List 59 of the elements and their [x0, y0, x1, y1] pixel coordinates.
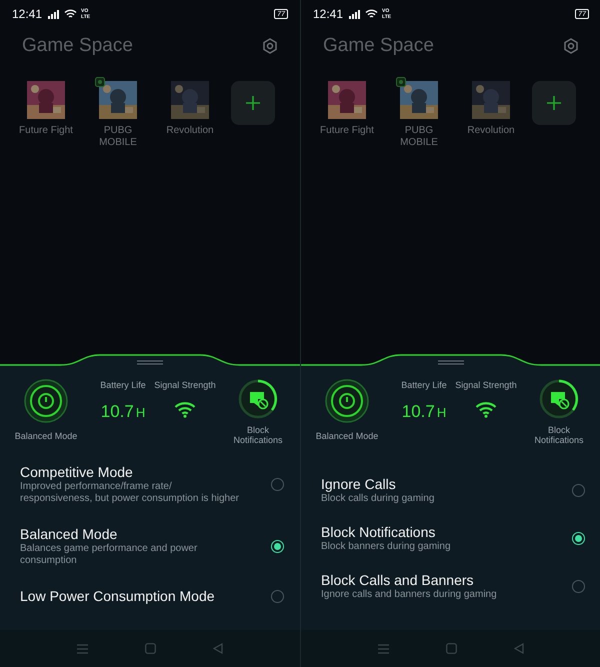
wifi-icon	[475, 400, 497, 418]
battery-life-value: 10.7	[402, 400, 435, 422]
wifi-icon	[174, 400, 196, 418]
back-icon[interactable]	[213, 643, 224, 654]
option-title: Low Power Consumption Mode	[20, 587, 216, 605]
radio-button[interactable]	[572, 580, 585, 592]
notification-block-icon[interactable]	[539, 379, 579, 419]
page-title: Game Space	[323, 34, 434, 58]
back-icon[interactable]	[514, 643, 524, 654]
drag-handle-icon[interactable]	[438, 360, 464, 365]
home-icon[interactable]	[144, 643, 156, 654]
status-time: 12:41	[12, 6, 42, 23]
battery-life-value: 10.7	[100, 400, 134, 422]
option-title: Block Notifications	[321, 523, 436, 541]
block-notifications-label: Block Notifications	[232, 425, 284, 445]
wifi-icon	[64, 9, 78, 19]
option-title: Balanced Mode	[20, 525, 118, 543]
home-icon[interactable]	[446, 643, 457, 654]
option-title: Block Calls and Banners	[321, 571, 475, 589]
notification-block-icon[interactable]	[238, 379, 278, 419]
wifi-icon	[365, 9, 378, 19]
signal-icon	[48, 10, 60, 18]
settings-icon[interactable]	[563, 38, 579, 54]
plus-icon	[245, 94, 261, 110]
battery-life-label: Battery Life	[401, 379, 447, 392]
game-label: Future Fight	[319, 124, 375, 136]
settings-icon[interactable]	[262, 38, 278, 54]
mode-label: Balanced Mode	[14, 430, 78, 443]
radio-button[interactable]	[271, 590, 284, 602]
radio-button[interactable]	[271, 478, 284, 490]
game-label: Revolution	[466, 124, 516, 136]
option-description: Improved performance/frame rate/ responsiveness, but power consumption is higher	[20, 481, 240, 505]
battery-life-label: Battery Life	[100, 379, 146, 392]
option-description: Ignore calls and banners during gaming	[321, 589, 498, 601]
menu-icon[interactable]	[378, 644, 389, 654]
game-label: Future Fight	[18, 124, 74, 136]
mode-label: Balanced Mode	[316, 430, 378, 443]
option-description: Block calls during gaming	[321, 493, 436, 505]
signal-strength-label: Signal Strength	[455, 379, 517, 392]
plus-icon	[546, 94, 562, 110]
menu-icon[interactable]	[76, 644, 88, 654]
drag-handle-icon[interactable]	[137, 360, 163, 365]
signal-strength-label: Signal Strength	[154, 379, 216, 392]
option-description: Block banners during gaming	[321, 541, 452, 553]
block-notifications-label: Block Notifications	[533, 425, 585, 445]
game-label: PUBG MOBILE	[98, 124, 138, 148]
status-time: 12:41	[313, 6, 344, 23]
option-title: Ignore Calls	[321, 475, 397, 493]
option-title: Competitive Mode	[20, 463, 134, 481]
signal-icon	[349, 10, 362, 18]
radio-button[interactable]	[572, 484, 585, 496]
add-game-button[interactable]	[231, 80, 275, 124]
page-title: Game Space	[22, 34, 133, 58]
game-label: Revolution	[165, 124, 215, 136]
add-game-button[interactable]	[532, 80, 576, 124]
option-description: Balances game performance and power consumption	[20, 543, 198, 567]
battery-life-unit: H	[436, 404, 446, 422]
battery-life-unit: H	[136, 404, 146, 422]
game-label: PUBG MOBILE	[399, 124, 439, 148]
